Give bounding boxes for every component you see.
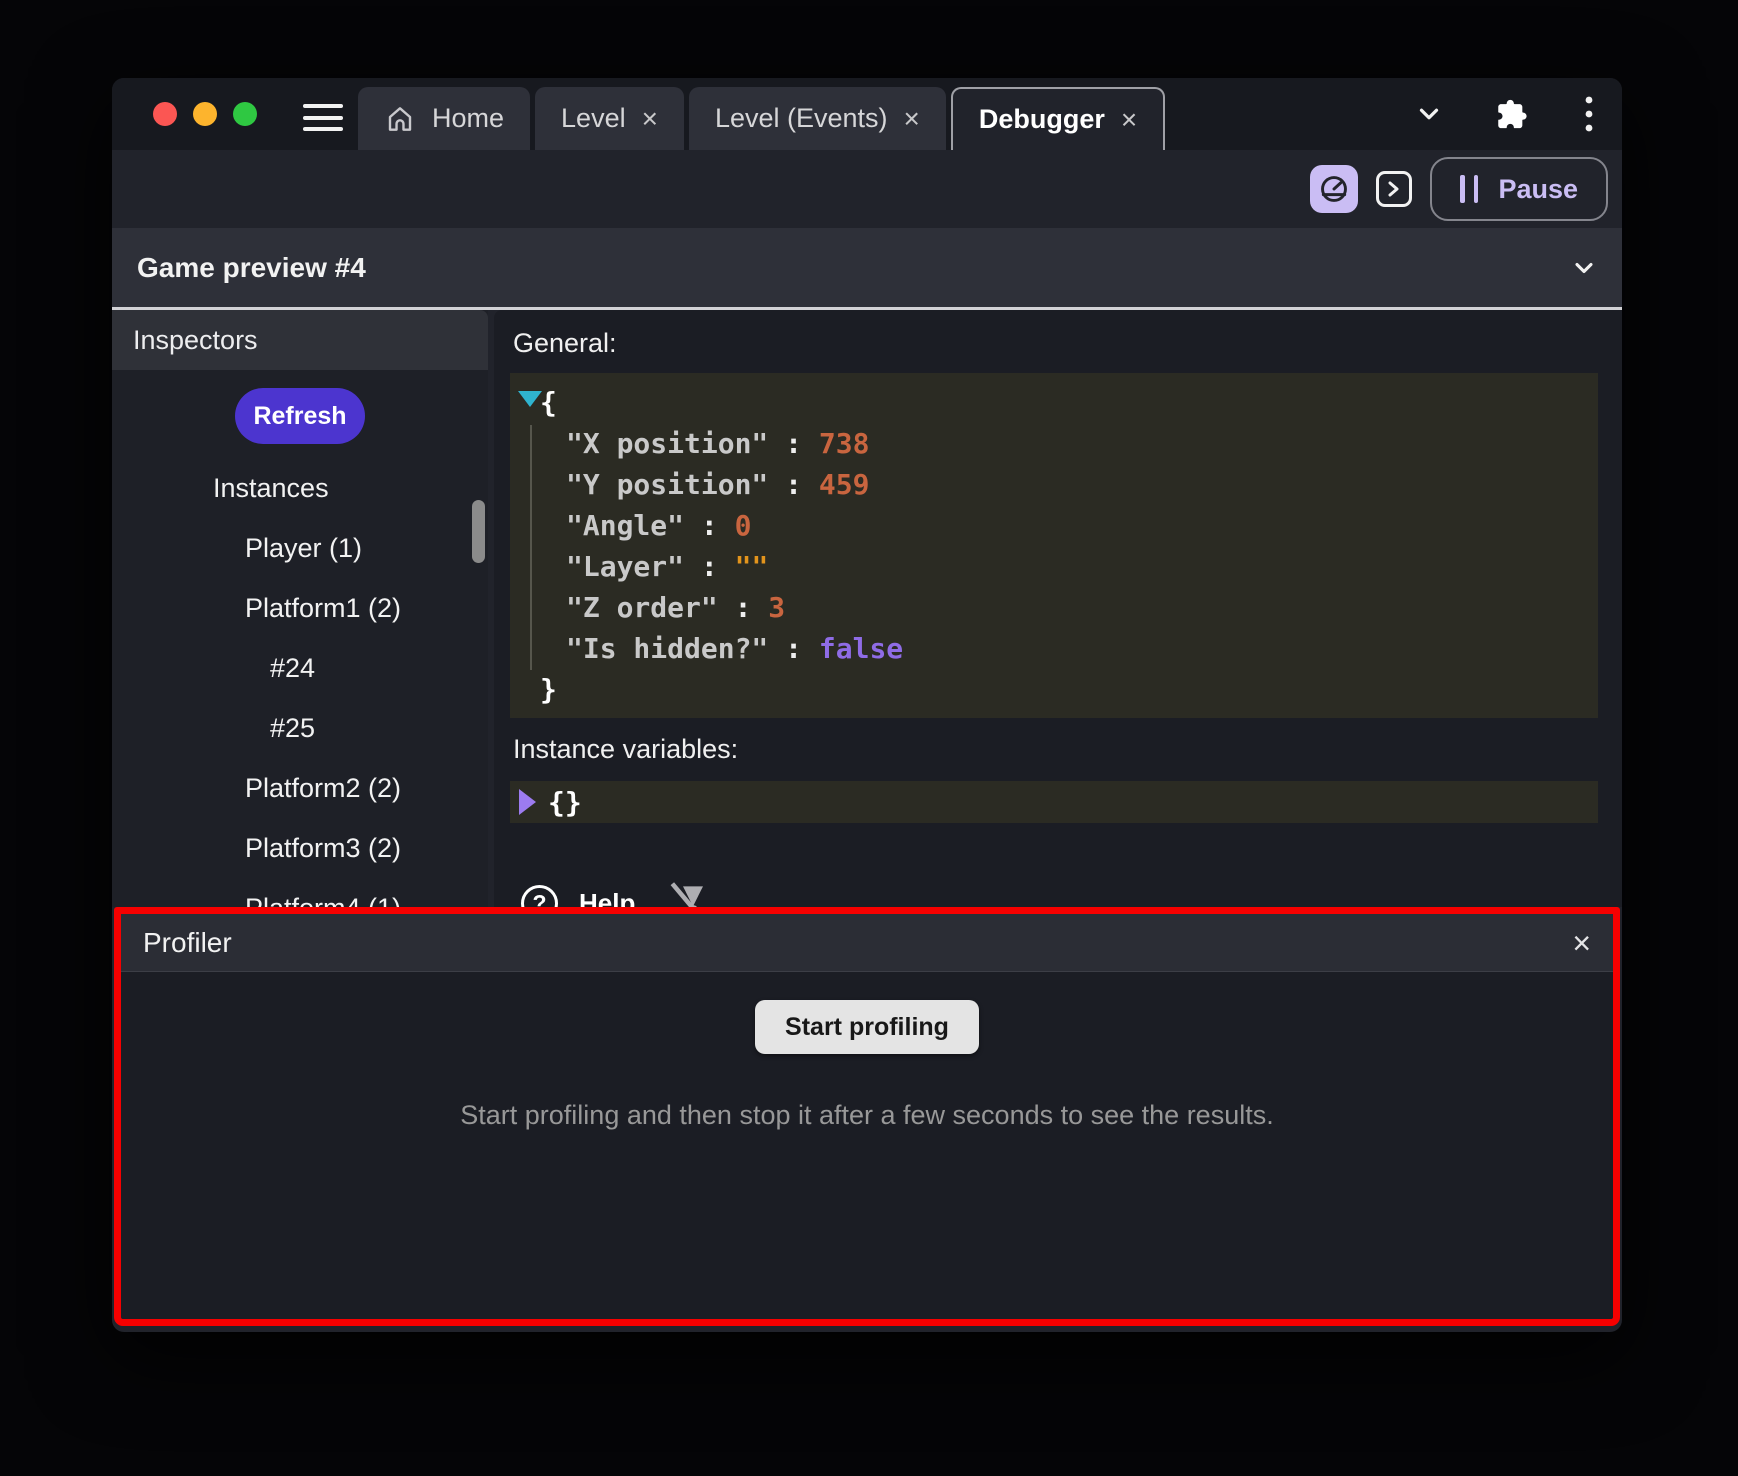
titlebar: Home Level × Level (Events) × Debugger × [112, 78, 1622, 150]
json-separator: : [768, 468, 819, 501]
close-icon[interactable]: × [1572, 927, 1591, 959]
json-close-brace: } [510, 669, 1598, 710]
json-separator: : [684, 509, 735, 542]
minimize-window-button[interactable] [193, 102, 217, 126]
json-value: 459 [819, 468, 870, 501]
profiler-panel: Profiler × Start profiling Start profili… [114, 907, 1620, 1326]
json-separator: : [684, 550, 735, 583]
pause-button[interactable]: Pause [1430, 157, 1608, 221]
zoom-window-button[interactable] [233, 102, 257, 126]
tree-item-instances[interactable]: Instances [112, 458, 488, 518]
json-value: 3 [768, 591, 785, 624]
json-key: "Angle" [566, 509, 684, 542]
tree-item-24[interactable]: #24 [112, 638, 488, 698]
json-key: "Y position" [566, 468, 768, 501]
traffic-lights [153, 102, 257, 126]
tab-close-icon[interactable]: × [642, 105, 658, 133]
main-menu-icon[interactable] [303, 104, 343, 131]
profiler-toggle-button[interactable] [1310, 165, 1358, 213]
inspectors-sidebar: Inspectors Refresh InstancesPlayer (1)Pl… [112, 310, 488, 907]
extensions-puzzle-icon[interactable] [1494, 97, 1528, 131]
json-property-row: "Angle" : 0 [510, 505, 1598, 546]
game-preview-title: Game preview #4 [137, 252, 366, 284]
pause-icon [1460, 175, 1478, 203]
titlebar-actions [1414, 78, 1594, 150]
json-property-row: "Is hidden?" : false [510, 628, 1598, 669]
chevron-down-icon[interactable] [1570, 254, 1598, 282]
json-value: 738 [819, 427, 870, 460]
collapse-triangle-icon[interactable] [518, 391, 542, 407]
indent-guide [530, 425, 532, 670]
tree-item-platform3-2[interactable]: Platform3 (2) [112, 818, 488, 878]
json-open-brace: { [510, 382, 1598, 423]
refresh-button[interactable]: Refresh [235, 388, 365, 444]
screen: Home Level × Level (Events) × Debugger × [0, 0, 1738, 1476]
profiler-header: Profiler × [121, 914, 1613, 972]
profiler-body: Start profiling Start profiling and then… [121, 972, 1613, 1131]
tree-item-25[interactable]: #25 [112, 698, 488, 758]
json-key: "Is hidden?" [566, 632, 768, 665]
gauge-icon [1318, 173, 1350, 205]
tab-close-icon[interactable]: × [1121, 106, 1137, 134]
kebab-menu-icon[interactable] [1584, 94, 1594, 134]
tab-bar: Home Level × Level (Events) × Debugger × [358, 87, 1165, 150]
json-key: "X position" [566, 427, 768, 460]
tree-item-player-1[interactable]: Player (1) [112, 518, 488, 578]
console-button[interactable] [1376, 171, 1412, 207]
tab-label: Level [561, 103, 626, 134]
json-value: 0 [735, 509, 752, 542]
instance-variables-value: {} [548, 786, 582, 819]
json-separator: : [768, 427, 819, 460]
instance-variables-json-viewer: {} [510, 781, 1598, 823]
instance-variables-label: Instance variables: [494, 734, 1622, 765]
chevron-down-icon[interactable] [1414, 99, 1444, 129]
debugger-toolbar: Pause [112, 150, 1622, 228]
json-property-row: "X position" : 738 [510, 423, 1598, 464]
inspector-tree: InstancesPlayer (1)Platform1 (2)#24#25Pl… [112, 458, 488, 907]
tab-label: Home [432, 103, 504, 134]
app-window: Home Level × Level (Events) × Debugger × [112, 78, 1622, 1332]
general-label: General: [494, 328, 1622, 359]
tab-level-events[interactable]: Level (Events) × [689, 87, 946, 150]
home-icon [384, 103, 416, 135]
tree-item-platform1-2[interactable]: Platform1 (2) [112, 578, 488, 638]
json-property-row: "Layer" : "" [510, 546, 1598, 587]
profiler-hint-text: Start profiling and then stop it after a… [121, 1100, 1613, 1131]
pause-button-label: Pause [1498, 174, 1578, 205]
tab-label: Level (Events) [715, 103, 888, 134]
expand-triangle-icon[interactable] [519, 789, 536, 815]
json-property-row: "Y position" : 459 [510, 464, 1598, 505]
json-separator: : [768, 632, 819, 665]
json-key: "Z order" [566, 591, 718, 624]
tab-close-icon[interactable]: × [904, 105, 920, 133]
inspectors-header: Inspectors [112, 310, 488, 370]
close-window-button[interactable] [153, 102, 177, 126]
debugger-content: Inspectors Refresh InstancesPlayer (1)Pl… [112, 310, 1622, 907]
general-json-viewer: { "X position" : 738"Y position" : 459"A… [510, 373, 1598, 718]
json-property-row: "Z order" : 3 [510, 587, 1598, 628]
inspector-detail-panel: General: { "X position" : 738"Y position… [494, 310, 1622, 907]
profiler-title: Profiler [143, 927, 232, 959]
chevron-right-icon [1384, 179, 1404, 199]
json-key: "Layer" [566, 550, 684, 583]
sidebar-scrollbar-thumb[interactable] [472, 500, 485, 563]
tab-home[interactable]: Home [358, 87, 530, 150]
tab-label: Debugger [979, 104, 1105, 135]
json-value: false [819, 632, 903, 665]
tree-item-platform4-1[interactable]: Platform4 (1) [112, 878, 488, 907]
start-profiling-button[interactable]: Start profiling [755, 1000, 979, 1054]
game-preview-header[interactable]: Game preview #4 [112, 228, 1622, 307]
tab-debugger[interactable]: Debugger × [951, 87, 1165, 150]
tree-item-platform2-2[interactable]: Platform2 (2) [112, 758, 488, 818]
tab-level[interactable]: Level × [535, 87, 684, 150]
json-value: "" [735, 550, 769, 583]
json-separator: : [718, 591, 769, 624]
